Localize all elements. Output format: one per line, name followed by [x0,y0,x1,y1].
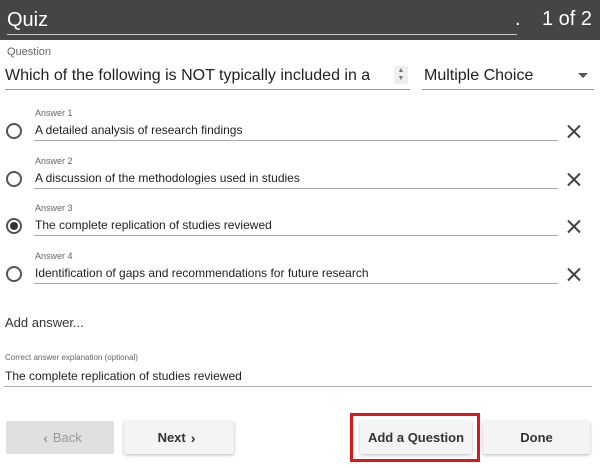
page-counter: 1 of 2 [541,8,592,30]
answer-4-label: Answer 4 [35,251,73,261]
answer-3-label: Answer 3 [35,203,73,213]
next-button-label: Next [157,430,186,445]
answer-1-radio[interactable] [6,123,22,139]
chevron-left-icon: ‹ [43,429,48,446]
chevron-right-icon: › [190,429,196,446]
question-type-value: Multiple Choice [424,67,534,84]
answer-1-label: Answer 1 [35,108,73,118]
spinner-icon[interactable]: ▲ ▼ [394,66,408,84]
title-dot: . [515,8,521,30]
answer-row-4: Answer 4 [0,249,600,289]
done-button[interactable]: Done [483,421,590,454]
add-question-button-label: Add a Question [367,430,465,445]
answer-2-input[interactable] [34,167,558,189]
answer-row-3: Answer 3 [0,201,600,241]
done-button-label: Done [520,430,553,445]
answer-3-radio[interactable] [6,218,22,234]
caret-down-icon [578,73,588,78]
back-button-label: Back [52,430,82,445]
close-icon[interactable] [566,171,582,187]
question-type-select[interactable]: Multiple Choice [422,62,594,90]
add-answer-link[interactable]: Add answer... [5,315,84,330]
next-button[interactable]: Next › [124,421,234,454]
answer-2-radio[interactable] [6,171,22,187]
explanation-label: Correct answer explanation (optional) [5,353,138,362]
answer-3-input[interactable] [34,214,558,236]
question-label: Question [7,46,52,58]
close-icon[interactable] [566,123,582,139]
quiz-title-input[interactable] [7,7,517,35]
answer-row-2: Answer 2 [0,154,600,194]
answer-4-input[interactable] [34,262,558,284]
back-button[interactable]: ‹ Back [6,421,114,454]
quiz-header: . 1 of 2 [0,0,600,40]
close-icon[interactable] [566,266,582,282]
close-icon[interactable] [566,218,582,234]
answer-row-1: Answer 1 [0,106,600,146]
add-question-button[interactable]: Add a Question [360,421,472,454]
question-input[interactable] [5,62,410,90]
answer-1-input[interactable] [34,119,558,141]
answer-2-label: Answer 2 [35,156,73,166]
answer-4-radio[interactable] [6,266,22,282]
explanation-input[interactable] [4,365,592,387]
